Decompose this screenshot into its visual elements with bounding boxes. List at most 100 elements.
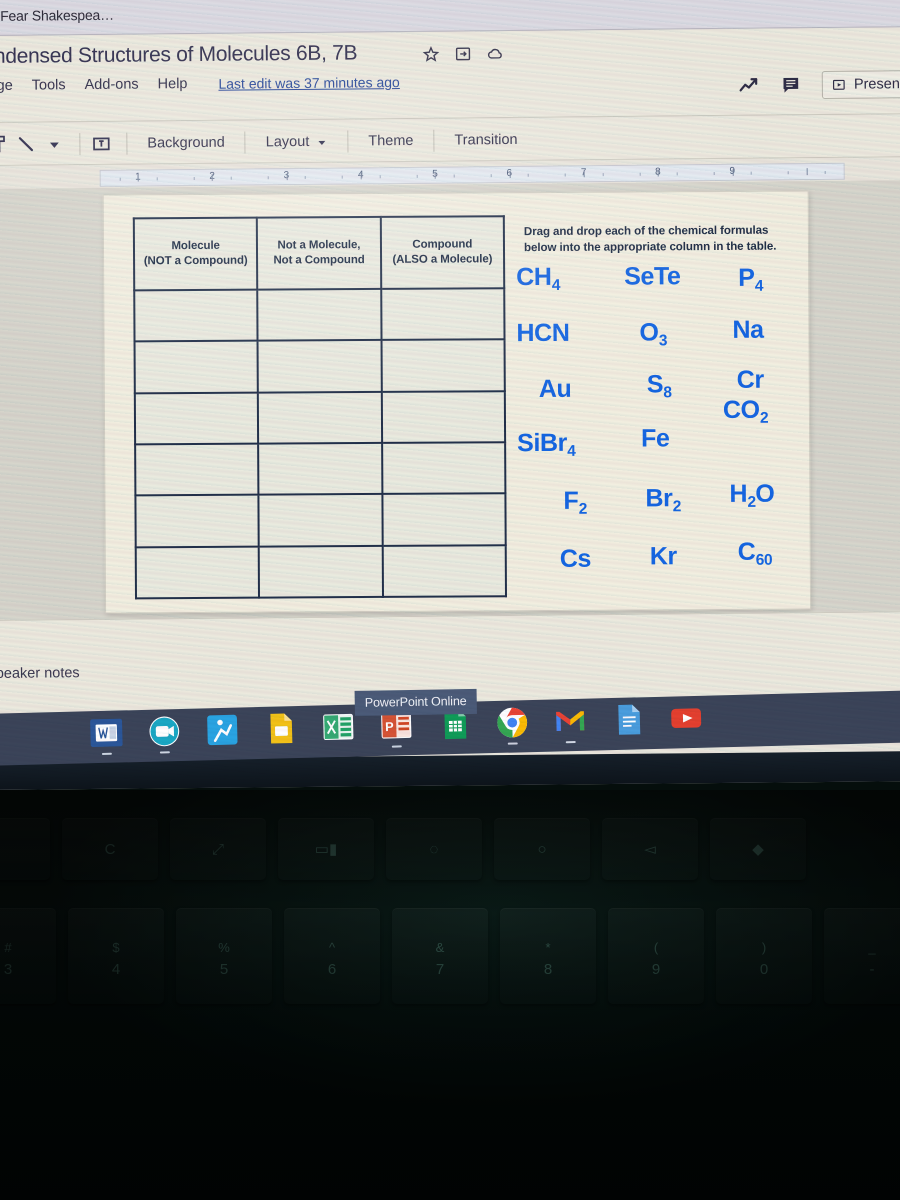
table-cell-empty[interactable] <box>135 546 260 599</box>
google-slides-icon[interactable] <box>263 711 298 746</box>
keyboard-key: (9 <box>608 908 704 1004</box>
text-box-icon[interactable] <box>90 132 112 154</box>
formula-sete[interactable]: SeTe <box>624 262 680 290</box>
menu-item-add-ons[interactable]: Add-ons <box>85 77 139 94</box>
formula-au[interactable]: Au <box>539 375 572 403</box>
slide-canvas[interactable]: Molecule (NOT a Compound) Not a Molecule… <box>102 190 812 614</box>
ruler-segment <box>769 164 843 180</box>
shelf-running-indicator <box>565 740 576 744</box>
table-row[interactable] <box>135 544 506 599</box>
formula-kr[interactable]: Kr <box>650 542 677 570</box>
google-chrome-icon[interactable] <box>495 705 530 745</box>
table-cell-empty[interactable] <box>258 391 382 444</box>
theme-button[interactable]: Theme <box>358 128 423 153</box>
formula-na[interactable]: Na <box>732 316 763 344</box>
formula-o3[interactable]: O3 <box>639 318 667 349</box>
browser-tab-title[interactable]: Fear Shakespea… <box>0 7 114 24</box>
formula-s8[interactable]: S8 <box>647 370 672 401</box>
background-button[interactable]: Background <box>137 130 235 155</box>
table-row[interactable] <box>134 288 505 342</box>
present-button[interactable]: Presen <box>821 70 900 99</box>
document-title[interactable]: ondensed Structures of Molecules 6B, 7B <box>0 41 357 69</box>
theme-button-label: Theme <box>368 132 414 149</box>
video-camera-icon[interactable] <box>147 714 182 754</box>
shelf-running-indicator <box>391 744 402 748</box>
blue-app-icon[interactable] <box>205 712 240 747</box>
table-cell-empty[interactable] <box>134 340 259 394</box>
ruler-tick <box>267 176 269 180</box>
laptop-photo: Fear Shakespea… ondensed Structures of M… <box>0 0 900 1200</box>
microsoft-excel-icon[interactable] <box>321 710 356 745</box>
table-row[interactable] <box>135 493 506 547</box>
laptop-keyboard: C ⤢ ▭▮ ◌ ○ ◅ ◆ #3 $4% 5 ^ 6 & 7 * 8(9) 0 _ - <box>0 790 900 1200</box>
table-row[interactable] <box>134 390 506 445</box>
table-cell-empty[interactable] <box>134 289 258 342</box>
table-cell-empty[interactable] <box>257 340 382 393</box>
keyboard-key-label: 3 <box>3 961 13 978</box>
table-cell-empty[interactable] <box>381 339 505 392</box>
classification-table[interactable]: Molecule (NOT a Compound) Not a Molecule… <box>133 215 507 599</box>
formula-pool[interactable]: CH4 SeTe P4 HCN O3 Na Au S8 Cr CO2 SiBr4 Fe F2 Br2 H2O… <box>516 262 808 595</box>
table-cell-empty[interactable] <box>135 443 259 496</box>
last-edit-link[interactable]: Last edit was 37 minutes ago <box>218 74 399 92</box>
table-cell-empty[interactable] <box>382 544 506 597</box>
formula-sibr4[interactable]: SiBr4 <box>517 429 576 460</box>
transition-button[interactable]: Transition <box>444 127 527 152</box>
line-tool-dropdown-caret-icon[interactable] <box>47 137 61 151</box>
microsoft-word-icon[interactable] <box>89 715 124 755</box>
table-row[interactable] <box>134 339 505 394</box>
keyboard-key-label: - <box>869 961 875 978</box>
shelf-running-indicator <box>159 750 170 754</box>
ruler-tick <box>342 175 344 179</box>
keyboard-key-shift-label: # <box>4 940 12 955</box>
line-tool-icon[interactable] <box>15 133 37 155</box>
shelf-tooltip: PowerPoint Online <box>354 688 477 716</box>
menu-item-tools[interactable]: Tools <box>32 77 66 93</box>
formula-ch4[interactable]: CH4 <box>516 263 560 294</box>
table-cell-empty[interactable] <box>258 442 383 495</box>
formula-h2o[interactable]: H2O <box>729 480 774 511</box>
formula-c60[interactable]: C60 <box>738 538 773 569</box>
keyboard-key-shift-label: ( <box>653 940 659 955</box>
google-docs-icon[interactable] <box>611 702 646 737</box>
table-cell-empty[interactable] <box>134 392 259 445</box>
keyboard-key: & 7 <box>392 908 488 1004</box>
table-cell-empty[interactable] <box>381 442 506 495</box>
menu-item-help[interactable]: Help <box>158 76 188 92</box>
transition-button-label: Transition <box>454 131 518 149</box>
table-cell-empty[interactable] <box>380 288 505 341</box>
paint-format-icon[interactable] <box>0 133 11 155</box>
keyboard-key-shift-label: $ <box>112 940 120 955</box>
table-cell-empty[interactable] <box>382 493 506 546</box>
cloud-saved-icon[interactable] <box>486 45 503 62</box>
formula-fe[interactable]: Fe <box>641 424 670 452</box>
formula-p4[interactable]: P4 <box>738 264 763 295</box>
table-cell-empty[interactable] <box>259 545 383 598</box>
formula-co2[interactable]: CO2 <box>723 396 768 427</box>
keyboard-key: _ - <box>824 908 900 1004</box>
table-row[interactable] <box>135 442 506 496</box>
layout-dropdown-caret-icon[interactable] <box>316 136 327 147</box>
table-cell-empty[interactable] <box>135 494 260 547</box>
formula-cs[interactable]: Cs <box>560 545 591 573</box>
table-cell-empty[interactable] <box>257 288 382 341</box>
keyboard-key-label: ◅ <box>644 840 656 858</box>
gmail-icon[interactable] <box>553 704 588 744</box>
formula-hcn[interactable]: HCN <box>516 319 569 347</box>
formula-f2[interactable]: F2 <box>563 487 587 518</box>
activity-trend-icon[interactable] <box>738 75 760 97</box>
youtube-icon[interactable] <box>669 701 704 736</box>
star-icon[interactable] <box>422 46 440 63</box>
laptop-screen: Fear Shakespea… ondensed Structures of M… <box>0 0 900 790</box>
ruler-tick <box>360 172 362 180</box>
toolbar-divider-4 <box>347 130 349 153</box>
table-cell-empty[interactable] <box>381 390 506 443</box>
formula-br2[interactable]: Br2 <box>645 484 681 515</box>
move-to-folder-icon[interactable] <box>454 45 471 62</box>
keyboard-key-shift-label: ) <box>761 940 767 955</box>
comment-icon[interactable] <box>780 74 802 96</box>
menu-item-arrange[interactable]: rrange <box>0 78 13 94</box>
formula-cr[interactable]: Cr <box>737 366 764 394</box>
table-cell-empty[interactable] <box>258 494 383 547</box>
layout-button[interactable]: Layout <box>256 129 338 154</box>
